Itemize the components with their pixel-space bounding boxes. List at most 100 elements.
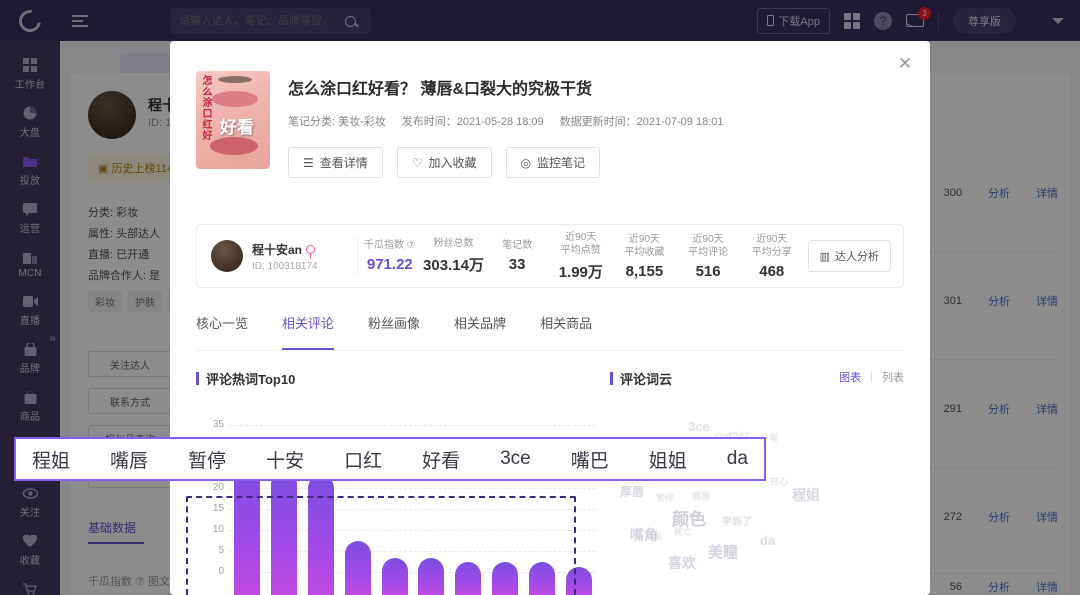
add-favorite-button[interactable]: ♡ 加入收藏 (396, 147, 492, 178)
close-icon[interactable]: ✕ (896, 55, 914, 73)
word-cloud-word[interactable]: 程姐 (792, 485, 820, 505)
word-cloud-word[interactable]: 厚唇 (620, 483, 644, 500)
bar[interactable] (565, 567, 592, 595)
stat-fans-total: 粉丝总数 303.14万 (422, 237, 486, 275)
note-detail-modal: ✕ 怎么涂口红好 好看 怎么涂口红好看？ 薄唇&口裂大的究极干货 笔记分类: 美… (170, 41, 930, 595)
monitor-note-button[interactable]: ◎ 监控笔记 (505, 147, 601, 178)
stat-value: 33 (508, 256, 526, 273)
strip-keyword[interactable]: 十安 (266, 446, 304, 473)
bar[interactable] (492, 562, 519, 595)
stats-author-name-wrap: 程十安an (252, 241, 318, 259)
bar-column[interactable] (418, 558, 445, 595)
bar[interactable] (381, 558, 408, 595)
stat-value: 8,155 (625, 262, 664, 280)
list-icon: ☰ (303, 155, 314, 170)
stats-author[interactable]: 程十安an ID: 100318174 (197, 240, 357, 272)
tab-core-overview[interactable]: 核心一览 (196, 313, 248, 350)
bar[interactable] (307, 475, 334, 595)
word-cloud-word[interactable]: 喜欢 (668, 553, 696, 573)
strip-keyword[interactable]: 姐姐 (649, 446, 687, 473)
stat-value: 468 (759, 262, 785, 280)
bar-column[interactable] (455, 562, 482, 595)
stat-value: 971.22 (366, 256, 413, 273)
view-mode-toggle: 图表 | 列表 (839, 369, 904, 385)
bar-column[interactable] (307, 475, 334, 595)
bar-column[interactable] (344, 541, 371, 595)
view-detail-button[interactable]: ☰ 查看详情 (288, 147, 383, 178)
tab-related-comments[interactable]: 相关评论 (282, 313, 335, 350)
bar[interactable] (529, 562, 555, 595)
note-cover-image: 怎么涂口红好 好看 (196, 71, 270, 169)
stat-note-count: 笔记数 33 (485, 239, 549, 273)
view-detail-label: 查看详情 (319, 156, 368, 170)
note-meta: 笔记分类: 美妆-彩妆 发布时间：2021-05-28 18:09 数据更新时间… (288, 113, 724, 129)
view-chart-option[interactable]: 图表 (839, 369, 861, 385)
word-cloud-word[interactable]: 唇釉 (646, 531, 662, 542)
bar[interactable] (270, 471, 297, 595)
stat-qiangua-index: 千瓜指数 ⑦ 971.22 (358, 239, 422, 273)
y-axis-tick: 35 (212, 419, 224, 430)
word-cloud-word[interactable]: 暂停 (656, 491, 674, 504)
bar-column[interactable] (270, 471, 297, 595)
strip-keyword[interactable]: 暂停 (188, 446, 226, 473)
note-publish-time: 发布时间：2021-05-28 18:09 (401, 116, 544, 128)
note-category: 笔记分类: 美妆-彩妆 (288, 116, 386, 128)
bar[interactable] (418, 558, 445, 595)
y-axis-tick: 20 (212, 482, 224, 493)
stat-label: 粉丝总数 (433, 238, 474, 249)
stat-label-2: 平均分享 (751, 246, 792, 258)
cover-eye-shape (218, 76, 252, 83)
tab-related-brands[interactable]: 相关品牌 (454, 313, 506, 350)
bar-column[interactable] (381, 558, 408, 595)
hot-words-title-wrap: 评论热词Top10 (196, 369, 600, 388)
stat-label: 笔记数 (502, 240, 533, 251)
strip-keyword[interactable]: 3ce (500, 448, 531, 470)
bar-column[interactable] (492, 562, 519, 595)
bar[interactable] (234, 467, 260, 595)
monitor-icon: ◎ (520, 155, 532, 170)
female-icon (306, 244, 316, 259)
note-header: 怎么涂口红好 好看 怎么涂口红好看？ 薄唇&口裂大的究极干货 笔记分类: 美妆-… (196, 71, 724, 178)
strip-keyword[interactable]: 口红 (344, 446, 382, 473)
stat-label: 近90天 (756, 233, 788, 245)
word-cloud-word[interactable]: 学到了 (722, 513, 752, 528)
strip-keyword[interactable]: 好看 (422, 446, 460, 473)
word-cloud-word[interactable]: 美瞳 (708, 541, 738, 562)
stat-avg-collects: 近90天 平均收藏 8,155 (613, 233, 677, 280)
avatar (211, 240, 243, 272)
stat-label-2: 平均评论 (688, 246, 729, 258)
tab-fan-portrait[interactable]: 粉丝画像 (368, 313, 420, 350)
y-axis-tick: 0 (218, 566, 224, 577)
word-cloud-panel: 评论词云 图表 | 列表 (610, 369, 904, 388)
bar-column[interactable] (529, 562, 555, 595)
strip-keyword[interactable]: 嘴巴 (571, 446, 609, 473)
bar-column[interactable] (565, 567, 592, 595)
cover-lip-shape-top (212, 91, 258, 107)
word-cloud-word[interactable]: da (760, 533, 775, 548)
author-analysis-label: 达人分析 (835, 251, 879, 263)
word-cloud-word[interactable]: 3ce (688, 419, 710, 434)
stat-label: 近90天 (565, 231, 597, 243)
author-analysis-button[interactable]: ▥ 达人分析 (807, 240, 891, 272)
stat-label: 千瓜指数 ⑦ (363, 240, 416, 251)
view-toggle-separator: | (870, 371, 873, 383)
word-cloud-word[interactable]: 死亡 (674, 525, 692, 538)
stat-value: 516 (695, 262, 721, 280)
section-accent-bar (610, 372, 613, 385)
note-update-time: 数据更新时间：2021-07-09 18:01 (559, 116, 724, 128)
page-title: 怎么涂口红好看？ 薄唇&口裂大的究极干货 (288, 81, 593, 98)
bar[interactable] (344, 541, 371, 595)
word-cloud-word[interactable]: 开心 (770, 475, 788, 488)
bar-column[interactable] (234, 467, 260, 595)
hot-words-panel: 评论热词Top10 (196, 369, 600, 388)
strip-keyword[interactable]: 程姐 (32, 446, 70, 473)
tab-related-products[interactable]: 相关商品 (540, 313, 592, 350)
view-list-option[interactable]: 列表 (882, 369, 904, 385)
cover-headline-text: 好看 (220, 118, 254, 137)
word-cloud-word[interactable]: 嘴唇 (692, 489, 710, 502)
strip-keyword[interactable]: da (727, 448, 748, 470)
bar[interactable] (455, 562, 482, 595)
stat-label: 近90天 (628, 233, 661, 245)
stats-author-id: ID: 100318174 (252, 260, 318, 272)
strip-keyword[interactable]: 嘴唇 (110, 446, 148, 473)
